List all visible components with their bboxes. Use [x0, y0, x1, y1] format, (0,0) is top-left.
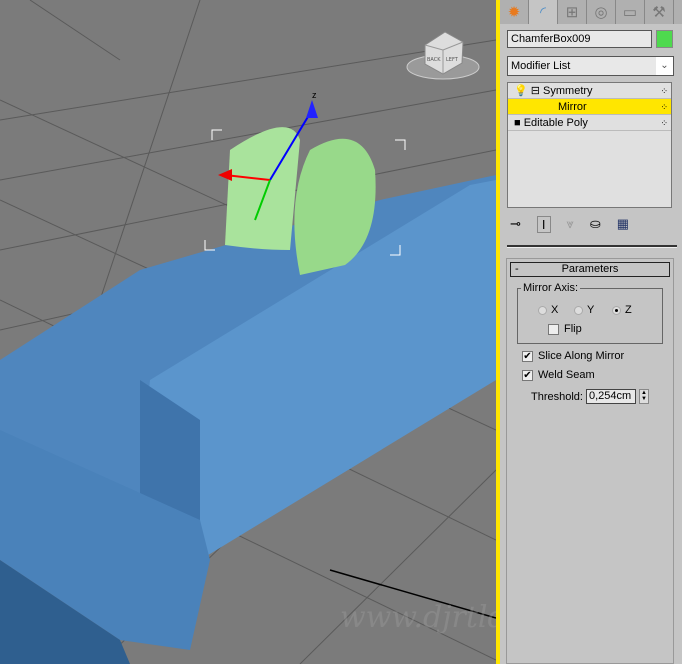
- radio-button[interactable]: [574, 305, 583, 315]
- stack-label: Mirror: [558, 101, 587, 113]
- command-panel: ✹ ◜ ⊞ ◎ ▭ ⚒ ChamferBox009 Modifier List ⌄…: [500, 0, 682, 664]
- utilities-tab[interactable]: ⚒: [645, 0, 674, 24]
- show-end-result-icon[interactable]: I: [536, 215, 551, 233]
- stack-dots-icon: ⁘: [660, 118, 667, 128]
- stack-label: Editable Poly: [523, 117, 588, 129]
- modify-tab[interactable]: ◜: [529, 0, 558, 24]
- stack-item-symmetry[interactable]: 💡 ⊟ Symmetry ⁘: [508, 83, 671, 99]
- checkbox[interactable]: ✔: [522, 350, 533, 362]
- flip-checkbox[interactable]: Flip: [548, 323, 582, 335]
- checkbox-label: Flip: [564, 323, 582, 335]
- configure-sets-icon[interactable]: ▦: [617, 216, 629, 232]
- remove-modifier-icon[interactable]: ⛀: [590, 216, 601, 232]
- stack-label: Symmetry: [543, 85, 593, 97]
- checkbox-label: Weld Seam: [538, 369, 595, 381]
- parameters-header[interactable]: - Parameters: [510, 262, 670, 277]
- display-icon: ▭: [622, 4, 638, 21]
- motion-tab[interactable]: ◎: [587, 0, 616, 24]
- watermark: www.djrtlddevs.com: [340, 600, 496, 635]
- rollout-title: Parameters: [561, 263, 619, 275]
- object-name-field[interactable]: ChamferBox009: [507, 30, 652, 48]
- radio-z[interactable]: Z: [612, 304, 632, 316]
- viewcube-left-label[interactable]: LEFT: [446, 57, 459, 63]
- hierarchy-icon: ⊞: [565, 4, 579, 21]
- threshold-spinner[interactable]: ▲ ▼: [638, 389, 649, 404]
- stack-item-mirror[interactable]: Mirror ⁘: [508, 99, 671, 115]
- chevron-down-icon: ⌄: [656, 57, 673, 75]
- weld-seam-checkbox[interactable]: ✔ Weld Seam: [522, 369, 595, 381]
- perspective-viewport[interactable]: z BACK LEFT www.djrtlddevs.com: [0, 0, 496, 664]
- lightbulb-icon[interactable]: 💡: [514, 85, 528, 97]
- viewport-scene: z BACK LEFT: [0, 0, 496, 664]
- stack-dots-icon: ⁘: [660, 102, 667, 112]
- radio-button[interactable]: [612, 305, 621, 315]
- modifier-list-label: Modifier List: [511, 60, 571, 72]
- separator: [507, 245, 677, 248]
- create-tab[interactable]: ✹: [500, 0, 529, 24]
- checkbox[interactable]: ✔: [522, 369, 533, 381]
- radio-y[interactable]: Y: [574, 304, 594, 316]
- radio-label: X: [551, 304, 559, 316]
- hierarchy-tab[interactable]: ⊞: [558, 0, 587, 24]
- hammer-icon: ⚒: [652, 4, 666, 21]
- stack-toolbar: ⊸ I ⩔ ⛀ ▦: [510, 214, 675, 234]
- svg-text:z: z: [312, 90, 317, 100]
- modifier-stack: 💡 ⊟ Symmetry ⁘ Mirror ⁘ ■ Editable Poly ⁘: [507, 82, 672, 208]
- collapse-icon[interactable]: ⊟: [531, 85, 540, 97]
- object-color-swatch[interactable]: [656, 30, 673, 48]
- collapse-toggle: -: [515, 263, 519, 275]
- motion-icon: ◎: [594, 4, 608, 21]
- expand-icon[interactable]: ■: [514, 117, 521, 129]
- parameters-rollout: - Parameters Mirror Axis: X Y Z Flip ✔ Sli…: [506, 258, 674, 664]
- display-tab[interactable]: ▭: [616, 0, 645, 24]
- sun-icon: ✹: [507, 4, 521, 21]
- radio-label: Y: [587, 304, 595, 316]
- viewcube[interactable]: BACK LEFT: [406, 31, 480, 80]
- slice-along-mirror-checkbox[interactable]: ✔ Slice Along Mirror: [522, 350, 624, 362]
- command-tabs: ✹ ◜ ⊞ ◎ ▭ ⚒: [500, 0, 682, 24]
- pin-stack-icon[interactable]: ⊸: [510, 216, 521, 232]
- checkbox[interactable]: [548, 323, 559, 335]
- sofa[interactable]: [0, 175, 496, 664]
- threshold-input[interactable]: 0,254cm: [585, 389, 636, 404]
- stack-dots-icon: ⁘: [660, 86, 667, 96]
- threshold-row: Threshold: 0,254cm ▲ ▼: [531, 389, 649, 404]
- threshold-label: Threshold:: [531, 390, 583, 403]
- group-label: Mirror Axis:: [521, 282, 580, 294]
- make-unique-icon[interactable]: ⩔: [567, 216, 574, 232]
- checkbox-label: Slice Along Mirror: [538, 350, 625, 362]
- radio-button[interactable]: [538, 305, 547, 315]
- modify-arc-icon: ◜: [540, 4, 546, 21]
- radio-label: Z: [625, 304, 632, 316]
- modifier-list-dropdown[interactable]: Modifier List ⌄: [507, 56, 674, 76]
- viewcube-back-label[interactable]: BACK: [427, 57, 441, 63]
- radio-x[interactable]: X: [538, 304, 558, 316]
- stack-item-editable-poly[interactable]: ■ Editable Poly ⁘: [508, 115, 671, 131]
- mirror-axis-group: Mirror Axis: X Y Z Flip: [517, 282, 663, 344]
